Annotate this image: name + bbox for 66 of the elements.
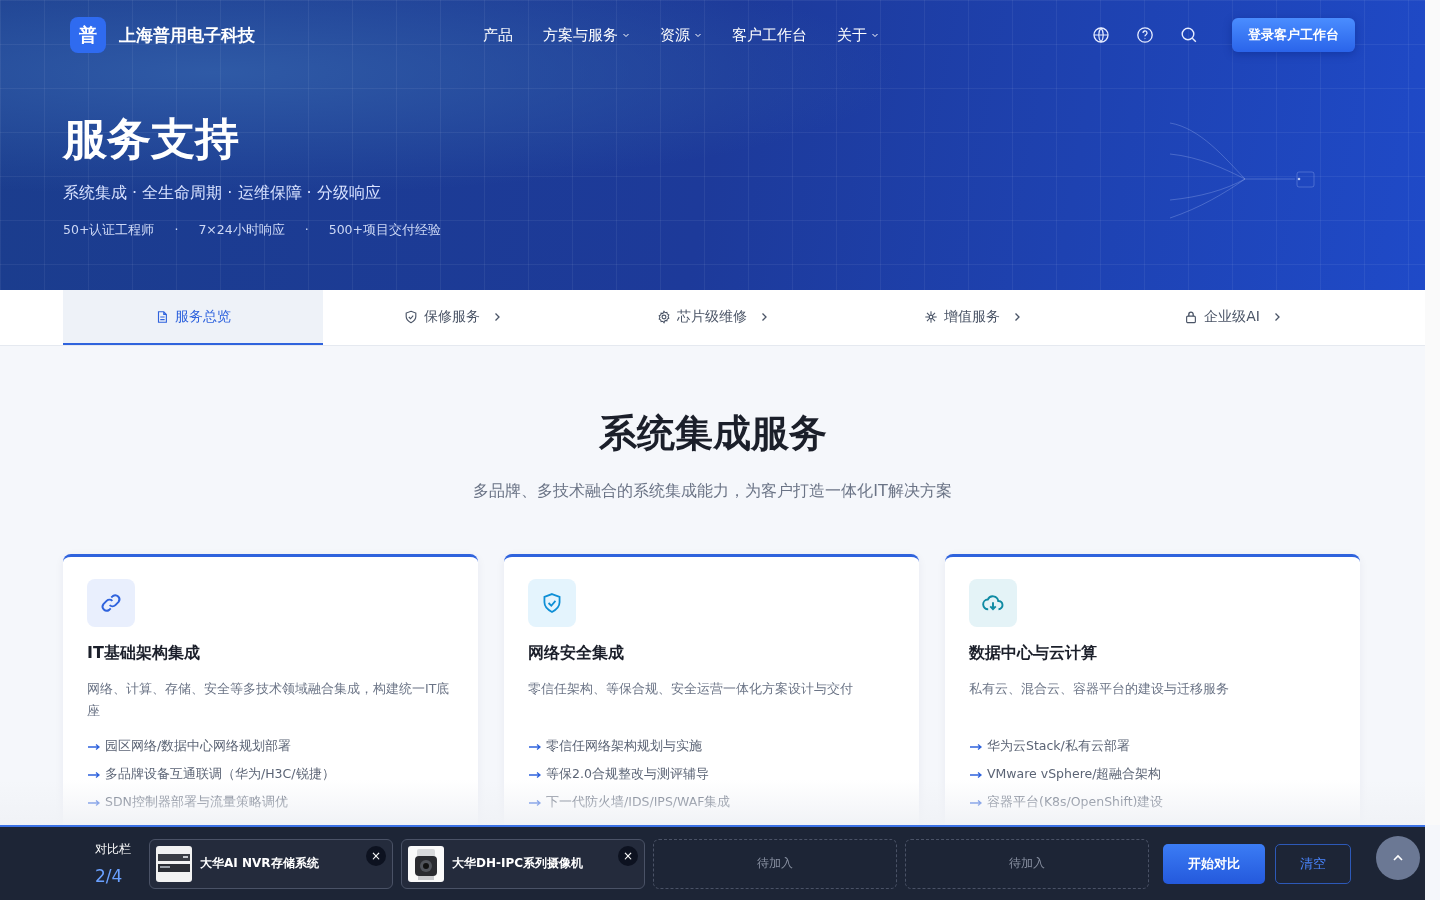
section-tab[interactable]: 服务总览 bbox=[63, 290, 323, 345]
arrow-icon bbox=[87, 770, 101, 779]
compare-count: 2/4 bbox=[95, 866, 124, 886]
card-description: 网络、计算、存储、安全等多技术领域融合集成，构建统一IT底座 bbox=[87, 680, 451, 720]
product-name: 大华AI NVR存储系统 bbox=[200, 855, 320, 872]
arrow-icon bbox=[969, 770, 983, 779]
brand-name: 上海普用电子科技 bbox=[119, 23, 255, 47]
gear-icon bbox=[657, 309, 671, 324]
arrow-icon bbox=[528, 798, 542, 807]
arrow-icon bbox=[87, 742, 101, 751]
login-button[interactable]: 登录客户工作台 bbox=[1232, 18, 1355, 52]
placeholder-text: 待加入 bbox=[757, 855, 793, 872]
section-tab[interactable]: 企业级AI bbox=[1103, 290, 1363, 345]
compare-label: 对比栏 bbox=[95, 841, 132, 858]
section-title: 系统集成服务 bbox=[597, 410, 828, 457]
feature-item: 多品牌设备互通联调（华为/H3C/锐捷） bbox=[105, 766, 335, 783]
feature-item: SDN控制器部署与流量策略调优 bbox=[105, 794, 288, 811]
nav-link[interactable]: 资源 bbox=[660, 25, 702, 45]
section-tab[interactable]: 增值服务 bbox=[843, 290, 1103, 345]
section-tab[interactable]: 芯片级维修 bbox=[583, 290, 843, 345]
separator-dot: · bbox=[304, 222, 309, 239]
arrow-icon bbox=[87, 798, 101, 807]
feature-item: 华为云Stack/私有云部署 bbox=[987, 738, 1130, 755]
card-title: 数据中心与云计算 bbox=[969, 643, 1098, 664]
lock-icon bbox=[1184, 309, 1199, 324]
globe-icon[interactable] bbox=[1092, 26, 1110, 44]
card-description: 私有云、混合云、容器平台的建设与迁移服务 bbox=[969, 680, 1230, 698]
hero-subtitle: 系统集成 · 全生命周期 · 运维保障 · 分级响应 bbox=[63, 183, 382, 204]
logo[interactable]: 普 bbox=[70, 17, 106, 53]
nav-link[interactable]: 产品 bbox=[483, 25, 513, 45]
feature-item: 下一代防火墙/IDS/IPS/WAF集成 bbox=[546, 794, 731, 811]
remove-button[interactable]: × bbox=[366, 845, 386, 866]
shield-icon bbox=[541, 592, 563, 614]
hero-stat: 500+项目交付经验 bbox=[328, 222, 442, 239]
hero-stat: 7×24小时响应 bbox=[198, 222, 285, 239]
search-icon[interactable] bbox=[1180, 26, 1198, 44]
feature-item: 等保2.0合规整改与测评辅导 bbox=[546, 766, 709, 783]
sparkle-icon bbox=[924, 309, 938, 324]
separator-dot: · bbox=[174, 222, 179, 239]
placeholder-text: 待加入 bbox=[1009, 855, 1045, 872]
product-name: 大华DH-IPC系列摄像机 bbox=[452, 855, 585, 872]
arrow-icon bbox=[528, 770, 542, 779]
card-description: 零信任架构、等保合规、安全运营一体化方案设计与交付 bbox=[528, 680, 854, 698]
link-icon bbox=[100, 592, 122, 614]
arrow-icon bbox=[528, 742, 542, 751]
card-title: 网络安全集成 bbox=[528, 643, 625, 664]
arrow-icon bbox=[969, 798, 983, 807]
arrow-icon bbox=[969, 742, 983, 751]
clear-button[interactable]: 清空 bbox=[1275, 843, 1351, 884]
help-icon[interactable] bbox=[1136, 26, 1154, 44]
nav-link[interactable]: 关于 bbox=[837, 25, 879, 45]
remove-button[interactable]: × bbox=[618, 845, 638, 866]
nav-link[interactable]: 客户工作台 bbox=[732, 25, 807, 45]
nav-link[interactable]: 方案与服务 bbox=[543, 25, 630, 45]
feature-item: VMware vSphere/超融合架构 bbox=[987, 766, 1162, 783]
section-tab[interactable]: 保修服务 bbox=[323, 290, 583, 345]
card-title: IT基础架构集成 bbox=[87, 643, 201, 664]
feature-item: 零信任网络架构规划与实施 bbox=[546, 738, 702, 755]
feature-item: 园区网络/数据中心网络规划部署 bbox=[105, 738, 292, 755]
feature-item: 容器平台(K8s/OpenShift)建设 bbox=[987, 794, 1164, 811]
shield-icon bbox=[404, 309, 418, 324]
hero-stat: 50+认证工程师 bbox=[63, 222, 155, 239]
page-title: 服务支持 bbox=[63, 112, 240, 166]
section-subtitle: 多品牌、多技术融合的系统集成能力，为客户打造一体化IT解决方案 bbox=[472, 481, 953, 502]
start-compare-button[interactable]: 开始对比 bbox=[1163, 843, 1265, 884]
document-icon bbox=[155, 309, 169, 324]
